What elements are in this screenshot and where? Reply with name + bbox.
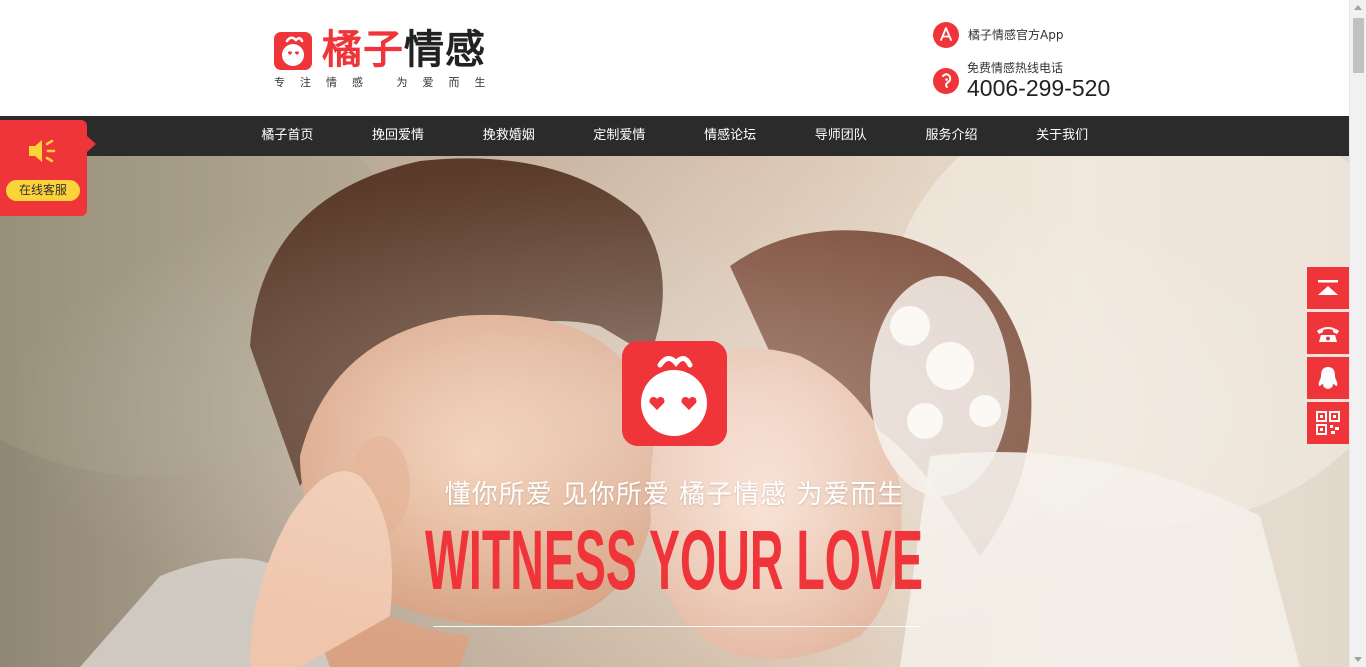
- back-to-top-button[interactable]: [1307, 267, 1349, 309]
- site-header: 橘子情感 专注情感 为爱而生 橘子情感官方App 免费情感热线电话 4006-2…: [0, 0, 1349, 116]
- hero-slogan: 懂你所爱 见你所爱 橘子情感 为爱而生: [444, 480, 905, 510]
- back-to-top-icon: [1318, 280, 1338, 295]
- hotline-label: 免费情感热线电话: [967, 61, 1064, 75]
- logo-title: 橘子情感: [322, 26, 486, 74]
- telephone-icon: [1317, 327, 1339, 342]
- logo-title-part1: 橘子: [322, 27, 404, 73]
- online-service-button[interactable]: 在线客服: [6, 180, 80, 201]
- nav-item-services[interactable]: 服务介绍: [896, 116, 1007, 156]
- logo-tagline: 专注情感 为爱而生: [274, 76, 501, 89]
- hero-title-text: WITNESS YOUR LOVE: [425, 513, 923, 601]
- online-service-widget[interactable]: 在线客服: [0, 120, 96, 216]
- qq-button[interactable]: [1307, 357, 1349, 399]
- nav-item-forum[interactable]: 情感论坛: [675, 116, 786, 156]
- hero-divider: [433, 626, 920, 627]
- nav-item-save-love[interactable]: 挽回爱情: [343, 116, 454, 156]
- scroll-up-arrow-icon[interactable]: [1354, 5, 1362, 10]
- scroll-down-arrow-icon[interactable]: [1354, 657, 1362, 662]
- nav-item-about[interactable]: 关于我们: [1007, 116, 1118, 156]
- scrollbar-thumb[interactable]: [1353, 18, 1364, 73]
- hero-mascot-icon: [622, 341, 727, 446]
- speaker-icon: [29, 139, 56, 163]
- hero-banner: 懂你所爱 见你所爱 橘子情感 为爱而生 WITNESS YOUR LOVE: [0, 156, 1349, 667]
- main-nav: 橘子首页 挽回爱情 挽救婚姻 定制爱情 情感论坛 导师团队 服务介绍 关于我们: [0, 116, 1349, 156]
- hotline-number[interactable]: 4006-299-520: [967, 75, 1110, 102]
- qr-code-button[interactable]: [1307, 402, 1349, 444]
- page-scrollbar[interactable]: [1349, 0, 1366, 667]
- nav-item-save-marriage[interactable]: 挽救婚姻: [453, 116, 564, 156]
- phone-ear-icon: [933, 68, 959, 94]
- official-app-text: 橘子情感官方App: [968, 28, 1064, 42]
- nav-item-mentors[interactable]: 导师团队: [785, 116, 896, 156]
- site-logo[interactable]: 橘子情感 专注情感 为爱而生: [274, 27, 504, 92]
- nav-item-home[interactable]: 橘子首页: [232, 116, 343, 156]
- app-store-icon: [933, 22, 959, 48]
- orange-mascot-icon: [274, 32, 312, 70]
- qq-penguin-icon: [1318, 367, 1338, 389]
- logo-title-part2: 情感: [404, 27, 486, 73]
- nav-item-custom-love[interactable]: 定制爱情: [564, 116, 675, 156]
- telephone-button[interactable]: [1307, 312, 1349, 354]
- hero-title: WITNESS YOUR LOVE: [425, 513, 923, 601]
- qr-code-icon: [1316, 411, 1340, 435]
